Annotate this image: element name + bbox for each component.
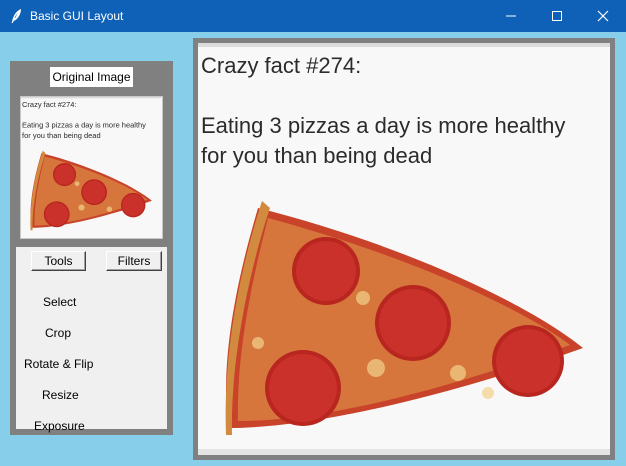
filters-button[interactable]: Filters: [106, 251, 162, 271]
original-image-thumbnail[interactable]: Crazy fact #274: Eating 3 pizzas a day i…: [20, 96, 163, 239]
feather-icon: [10, 8, 24, 24]
close-button[interactable]: [580, 0, 626, 32]
tool-item-resize[interactable]: Resize: [42, 388, 79, 402]
tools-panel: Tools Filters Select Crop Rotate & Flip …: [16, 247, 167, 433]
window-title: Basic GUI Layout: [30, 9, 124, 23]
window-client-area: Original Image Crazy fact #274: Eating 3…: [0, 32, 626, 466]
close-icon: [597, 10, 609, 22]
maximize-button[interactable]: [534, 0, 580, 32]
title-bar[interactable]: Basic GUI Layout: [0, 0, 626, 32]
minimize-icon: [505, 10, 517, 22]
main-image-panel: Crazy fact #274: Eating 3 pizzas a day i…: [193, 38, 615, 460]
minimize-button[interactable]: [488, 0, 534, 32]
tools-button[interactable]: Tools: [31, 251, 86, 271]
tool-item-crop[interactable]: Crop: [45, 326, 71, 340]
left-panel: Original Image Crazy fact #274: Eating 3…: [10, 61, 173, 435]
tool-item-rotate-flip[interactable]: Rotate & Flip: [24, 357, 93, 371]
original-image-label: Original Image: [50, 67, 133, 87]
main-image-canvas[interactable]: Crazy fact #274: Eating 3 pizzas a day i…: [198, 43, 610, 455]
pizza-slice-icon: [30, 150, 152, 231]
pizza-slice-icon: [225, 201, 583, 435]
tool-item-select[interactable]: Select: [43, 295, 76, 309]
maximize-icon: [551, 10, 563, 22]
tool-item-exposure[interactable]: Exposure: [34, 419, 85, 433]
thumbnail-content: Crazy fact #274: Eating 3 pizzas a day i…: [21, 97, 162, 238]
